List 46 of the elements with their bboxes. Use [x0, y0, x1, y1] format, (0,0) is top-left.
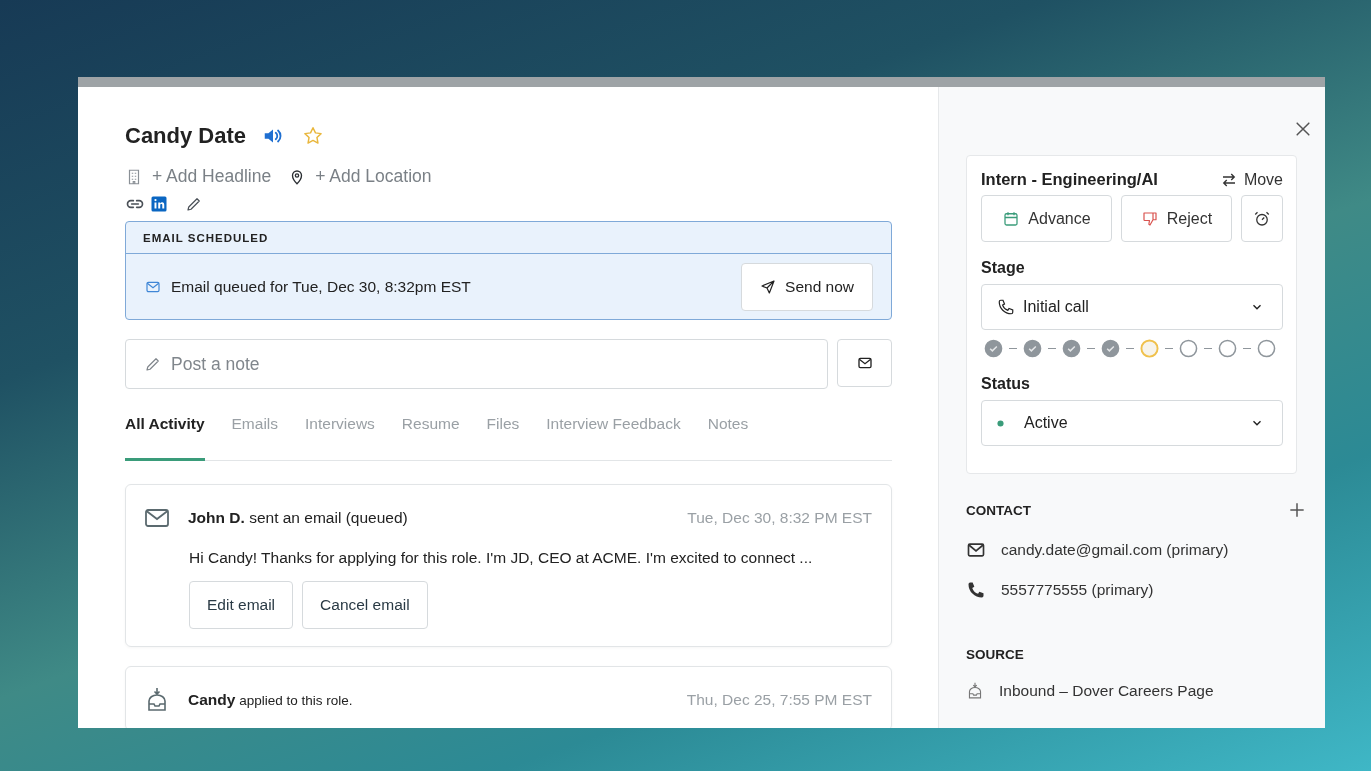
queued-message: Email queued for Tue, Dec 30, 8:32pm EST — [171, 278, 472, 296]
note-field[interactable]: Post a note — [125, 339, 828, 389]
calendar-icon — [1002, 209, 1021, 228]
add-link[interactable]: + Add Headline — [152, 166, 272, 187]
stage-dropdown[interactable]: Initial call — [981, 284, 1283, 330]
phone-icon — [966, 580, 986, 600]
candidate-name: Candy Date — [125, 123, 247, 149]
envelope-icon — [856, 355, 873, 371]
star-icon[interactable] — [302, 125, 325, 147]
pencil-icon — [144, 355, 162, 373]
email-action-button[interactable]: Cancel email — [302, 581, 428, 629]
contact-heading: CONTACT — [966, 502, 1031, 518]
advance-button[interactable]: Advance — [981, 195, 1112, 242]
activity-time: Tue, Dec 30, 8:32 PM EST — [687, 509, 872, 527]
email-preview: Hi Candy! Thanks for applying for this role. I'm JD, CEO at ACME. I'm excited to connect ... — [189, 549, 814, 567]
status-dot-icon — [997, 419, 1004, 427]
source-detail: Inbound – Dover Careers Page — [999, 682, 1214, 700]
stage-label: Stage — [981, 259, 1026, 277]
thumbs-down-icon — [1140, 209, 1159, 228]
send-now-button[interactable]: Send now — [741, 263, 873, 311]
status-label: Status — [981, 375, 1031, 393]
linkedin-icon[interactable] — [150, 195, 168, 213]
source-heading: SOURCE — [966, 647, 1024, 662]
job-title: Intern - Engineering/AI — [981, 170, 1158, 189]
activity-time: Thu, Dec 25, 7:55 PM EST — [686, 691, 872, 709]
pencil-icon[interactable] — [185, 195, 203, 213]
reject-button[interactable]: Reject — [1121, 195, 1232, 242]
add-link[interactable]: + Add Location — [315, 166, 432, 187]
banner-heading: EMAIL SCHEDULED — [143, 231, 269, 244]
reminder-button[interactable] — [1241, 195, 1283, 242]
paper-plane-icon — [760, 279, 777, 295]
email-button[interactable] — [837, 339, 892, 387]
contact-detail: 5557775555 (primary) — [1001, 581, 1154, 599]
activity-summary: Candy applied to this role. — [188, 691, 354, 709]
envelope-icon — [145, 279, 161, 295]
activity-tab[interactable]: All Activity — [125, 405, 205, 461]
plus-icon[interactable] — [1287, 500, 1307, 520]
alarm-clock-icon — [1253, 209, 1271, 228]
move-button[interactable]: Move — [1219, 170, 1283, 189]
email-action-button[interactable]: Edit email — [189, 581, 294, 629]
status-dropdown[interactable]: Active — [981, 400, 1283, 446]
phone-icon — [997, 298, 1015, 316]
activity-summary: John D. sent an email (queued) — [188, 509, 409, 527]
contact-detail: candy.date@gmail.com (primary) — [1001, 541, 1229, 559]
envelope-icon — [966, 540, 986, 560]
inbox-tray-icon — [966, 682, 984, 700]
